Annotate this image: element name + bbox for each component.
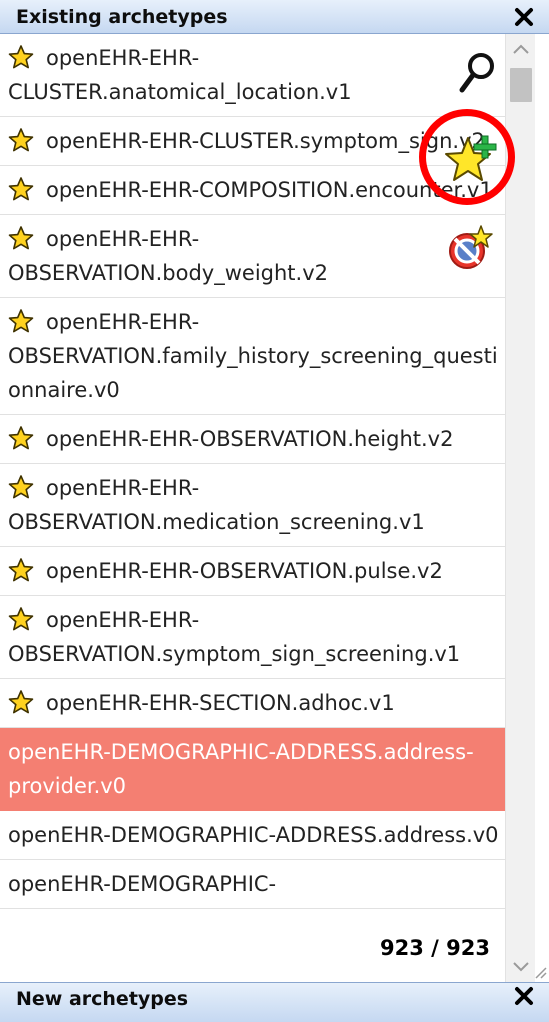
archetype-label: openEHR-DEMOGRAPHIC- [8, 872, 277, 896]
favorite-star-icon [8, 557, 34, 583]
close-icon [515, 8, 533, 26]
list-item[interactable]: openEHR-EHR-OBSERVATION.body_weight.v2 [0, 215, 505, 298]
archetype-label: openEHR-EHR-OBSERVATION.symptom_sign_scr… [8, 608, 461, 666]
archetype-label: openEHR-EHR-OBSERVATION.height.v2 [46, 427, 454, 451]
remove-favorite-button[interactable] [447, 224, 493, 272]
favorite-star-icon [8, 44, 34, 70]
favorite-star-icon [8, 474, 34, 500]
panel-titlebar: Existing archetypes [0, 0, 549, 34]
archetype-label: openEHR-EHR-OBSERVATION.body_weight.v2 [8, 227, 329, 285]
favorite-star-icon [8, 127, 34, 153]
next-panel-titlebar: New archetypes [0, 982, 549, 1022]
scroll-up-icon[interactable] [512, 42, 530, 56]
favorite-star-icon [8, 606, 34, 632]
result-count: 923 / 923 [378, 936, 492, 960]
archetype-label: openEHR-EHR-OBSERVATION.medication_scree… [8, 476, 425, 534]
close-button[interactable] [511, 4, 537, 30]
list-item[interactable]: openEHR-EHR-SECTION.adhoc.v1 [0, 679, 505, 728]
next-panel-title: New archetypes [16, 988, 189, 1010]
list-item[interactable]: openEHR-EHR-OBSERVATION.medication_scree… [0, 464, 505, 547]
highlight-circle [419, 109, 515, 205]
favorite-star-icon [8, 176, 34, 202]
archetype-label: openEHR-EHR-SECTION.adhoc.v1 [46, 691, 395, 715]
magnifier-icon [459, 53, 494, 93]
list-item[interactable]: openEHR-DEMOGRAPHIC-ADDRESS.address-prov… [0, 728, 505, 811]
favorite-star-icon [8, 308, 34, 334]
scroll-thumb[interactable] [510, 68, 532, 102]
next-panel-close-button[interactable] [511, 985, 537, 1011]
list-item[interactable]: openEHR-EHR-OBSERVATION.pulse.v2 [0, 547, 505, 596]
list-item[interactable]: openEHR-EHR-OBSERVATION.family_history_s… [0, 298, 505, 415]
favorite-star-icon [8, 689, 34, 715]
resize-grip-icon[interactable] [533, 965, 547, 979]
search-button[interactable] [456, 50, 498, 96]
scroll-down-icon[interactable] [512, 960, 530, 974]
close-icon [515, 987, 533, 1005]
list-item[interactable]: openEHR-EHR-CLUSTER.anatomical_location.… [0, 34, 505, 117]
list-item[interactable]: openEHR-EHR-OBSERVATION.height.v2 [0, 415, 505, 464]
archetype-label: openEHR-EHR-OBSERVATION.family_history_s… [8, 310, 498, 402]
archetype-label: openEHR-EHR-OBSERVATION.pulse.v2 [46, 559, 443, 583]
archetype-label: openEHR-DEMOGRAPHIC-ADDRESS.address.v0 [8, 823, 499, 847]
favorite-star-icon [8, 225, 34, 251]
panel-title: Existing archetypes [16, 6, 228, 28]
archetype-label: openEHR-DEMOGRAPHIC-ADDRESS.address-prov… [8, 740, 474, 798]
list-item[interactable]: openEHR-DEMOGRAPHIC- [0, 860, 505, 909]
favorite-star-icon [8, 425, 34, 451]
list-item[interactable]: openEHR-EHR-OBSERVATION.symptom_sign_scr… [0, 596, 505, 679]
archetype-label: openEHR-EHR-CLUSTER.anatomical_location.… [8, 46, 352, 104]
list-item[interactable]: openEHR-DEMOGRAPHIC-ADDRESS.address.v0 [0, 811, 505, 860]
star-remove-icon [449, 225, 493, 269]
